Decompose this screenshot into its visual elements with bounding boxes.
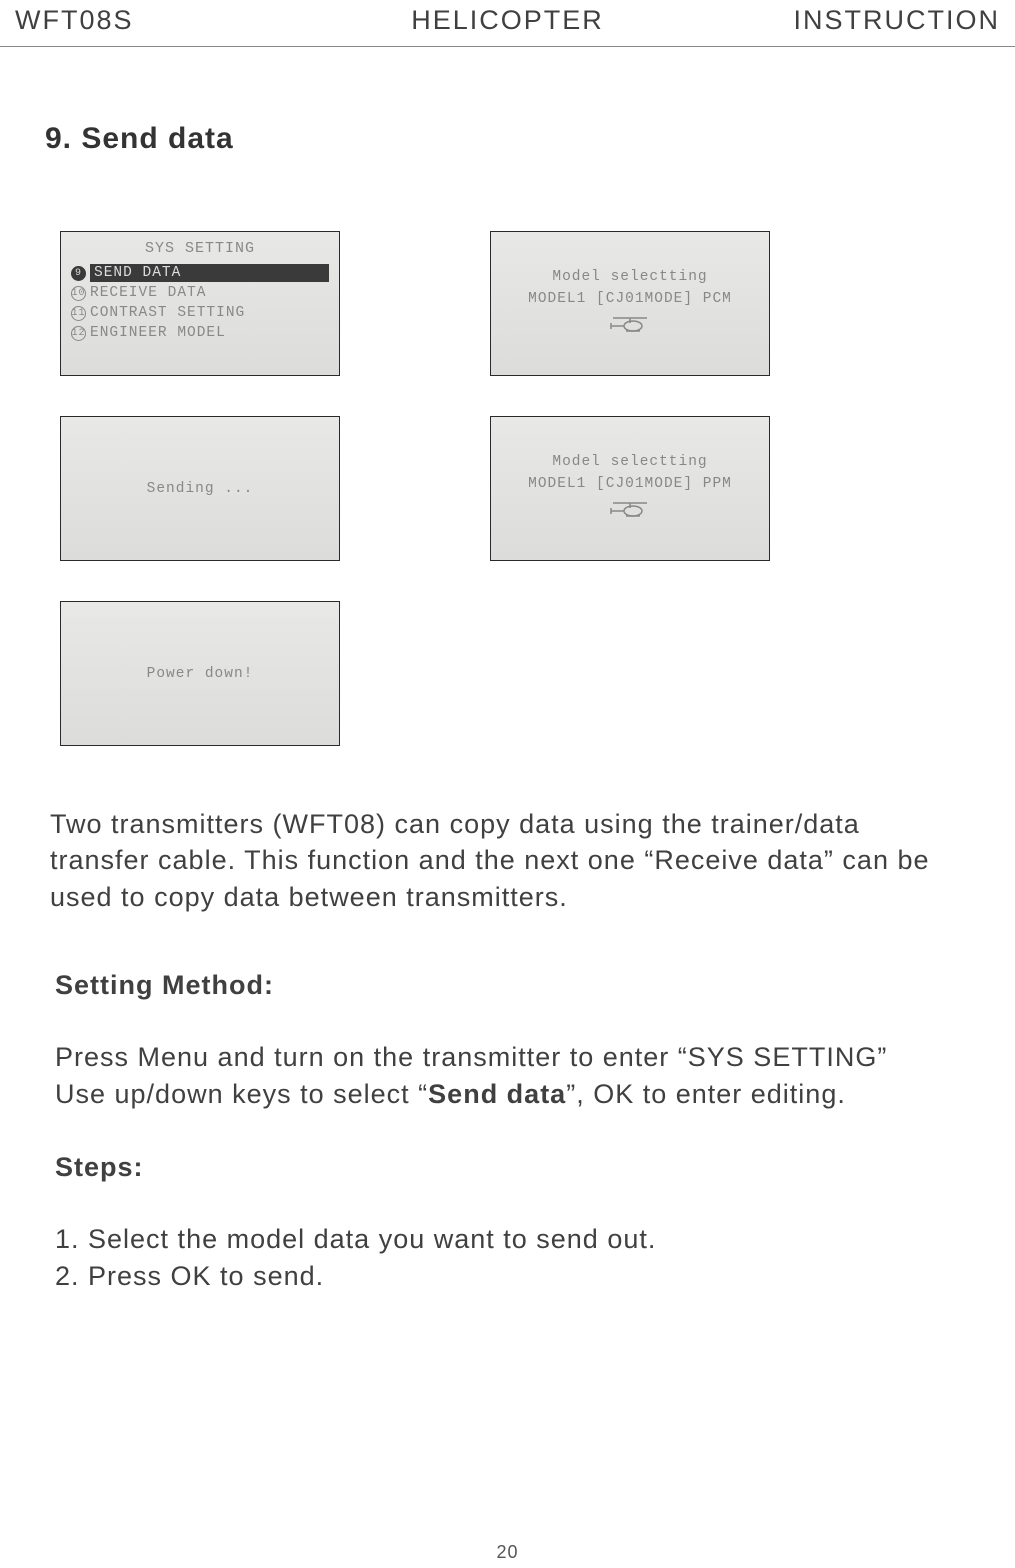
lcd-line: Power down! xyxy=(147,666,254,682)
lcd-title: Model selectting xyxy=(552,454,707,470)
lcd-model-select-pcm: Model selectting MODEL1 [CJ01MODE] PCM xyxy=(490,231,770,376)
page-number: 20 xyxy=(496,1542,518,1563)
method-line-2-suffix: ”, OK to enter editing. xyxy=(566,1079,846,1109)
step-2: 2. Press OK to send. xyxy=(55,1258,960,1294)
menu-label: CONTRAST SETTING xyxy=(90,305,245,321)
lcd-line: MODEL1 [CJ01MODE] PPM xyxy=(528,476,732,492)
lcd-line: MODEL1 [CJ01MODE] PCM xyxy=(528,291,732,307)
menu-row: 11 CONTRAST SETTING xyxy=(71,303,329,323)
menu-index: 11 xyxy=(71,306,86,321)
method-line-2-prefix: Use up/down keys to select “ xyxy=(55,1079,428,1109)
helicopter-icon xyxy=(609,313,651,339)
menu-label: RECEIVE DATA xyxy=(90,285,206,301)
step-1: 1. Select the model data you want to sen… xyxy=(55,1221,960,1257)
lcd-line: Sending ... xyxy=(147,481,254,497)
menu-index: 12 xyxy=(71,326,86,341)
intro-paragraph: Two transmitters (WFT08) can copy data u… xyxy=(50,806,965,915)
header-left: WFT08S xyxy=(15,5,343,36)
steps-list: 1. Select the model data you want to sen… xyxy=(55,1221,960,1294)
lcd-sys-setting: SYS SETTING 9 SEND DATA 10 RECEIVE DATA … xyxy=(60,231,340,376)
menu-label: ENGINEER MODEL xyxy=(90,325,226,341)
lcd-power-down: Power down! xyxy=(60,601,340,746)
header-center: HELICOPTER xyxy=(343,5,671,36)
section-title: 9. Send data xyxy=(45,122,1015,156)
menu-index: 10 xyxy=(71,286,86,301)
method-line-2-bold: Send data xyxy=(428,1079,566,1109)
helicopter-icon xyxy=(609,498,651,524)
lcd-sending: Sending ... xyxy=(60,416,340,561)
screens-grid: SYS SETTING 9 SEND DATA 10 RECEIVE DATA … xyxy=(60,231,1015,746)
menu-row: 10 RECEIVE DATA xyxy=(71,283,329,303)
method-line-1: Press Menu and turn on the transmitter t… xyxy=(55,1042,887,1072)
header-right: INSTRUCTION xyxy=(672,5,1000,36)
setting-method-text: Press Menu and turn on the transmitter t… xyxy=(55,1039,960,1112)
empty-cell xyxy=(490,601,770,746)
setting-method-title: Setting Method: xyxy=(55,970,960,1001)
menu-label: SEND DATA xyxy=(90,264,329,282)
lcd-model-select-ppm: Model selectting MODEL1 [CJ01MODE] PPM xyxy=(490,416,770,561)
menu-index: 9 xyxy=(71,266,86,281)
lcd-title: Model selectting xyxy=(552,269,707,285)
page-header: WFT08S HELICOPTER INSTRUCTION xyxy=(0,0,1015,47)
menu-row: 9 SEND DATA xyxy=(71,263,329,283)
lcd-title: SYS SETTING xyxy=(71,240,329,257)
menu-row: 12 ENGINEER MODEL xyxy=(71,323,329,343)
steps-title: Steps: xyxy=(55,1152,960,1183)
